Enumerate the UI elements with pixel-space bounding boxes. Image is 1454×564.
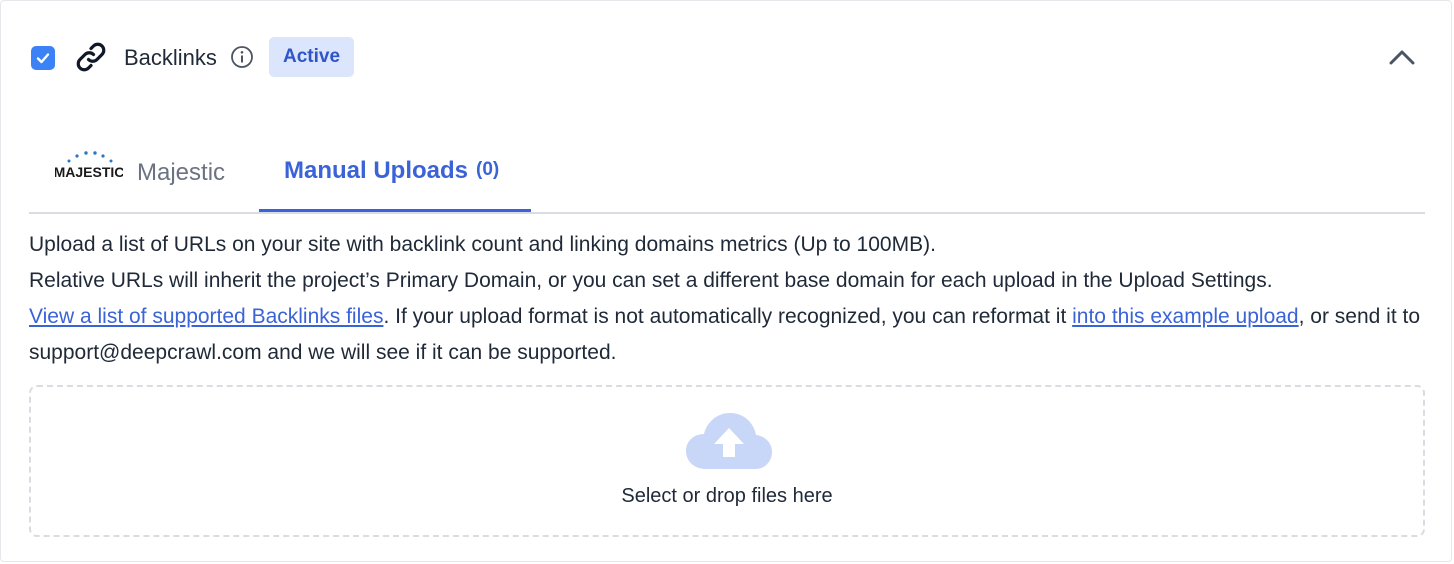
majestic-logo: MAJESTIC bbox=[55, 151, 123, 180]
tab-majestic-label: Majestic bbox=[137, 159, 226, 186]
checkmark-icon bbox=[36, 53, 50, 64]
supported-files-link[interactable]: View a list of supported Backlinks files bbox=[29, 305, 383, 328]
tab-manual-uploads-label: Manual Uploads bbox=[284, 157, 469, 184]
description-line-2: Relative URLs will inherit the project’s… bbox=[29, 269, 1273, 292]
tab-manual-uploads-count: (0) bbox=[476, 159, 500, 180]
panel-header: Backlinks Active bbox=[1, 1, 1451, 113]
upload-description: Upload a list of URLs on your site with … bbox=[29, 227, 1429, 371]
dropzone-label: Select or drop files here bbox=[621, 485, 833, 507]
example-upload-link[interactable]: into this example upload bbox=[1072, 305, 1298, 328]
section-title: Backlinks bbox=[124, 45, 217, 70]
backlinks-panel: Backlinks Active MAJESTIC Majestic Manua… bbox=[0, 0, 1452, 562]
description-line-1: Upload a list of URLs on your site with … bbox=[29, 233, 936, 256]
tab-manual-uploads[interactable]: Manual Uploads (0) bbox=[259, 131, 531, 212]
file-dropzone[interactable]: Select or drop files here bbox=[29, 385, 1425, 537]
info-icon[interactable] bbox=[230, 45, 254, 69]
status-badge: Active bbox=[269, 37, 355, 77]
backlinks-checkbox[interactable] bbox=[31, 46, 55, 70]
source-tabs: MAJESTIC Majestic Manual Uploads (0) bbox=[29, 131, 1425, 214]
description-line-3: View a list of supported Backlinks files… bbox=[29, 299, 1429, 371]
cloud-upload-icon bbox=[686, 413, 772, 469]
reformat-text: . If your upload format is not automatic… bbox=[383, 305, 1073, 328]
chevron-up-icon[interactable] bbox=[1386, 45, 1418, 69]
link-icon bbox=[76, 42, 106, 72]
tab-majestic[interactable]: MAJESTIC Majestic bbox=[29, 131, 259, 212]
majestic-logo-text: MAJESTIC bbox=[55, 164, 123, 180]
